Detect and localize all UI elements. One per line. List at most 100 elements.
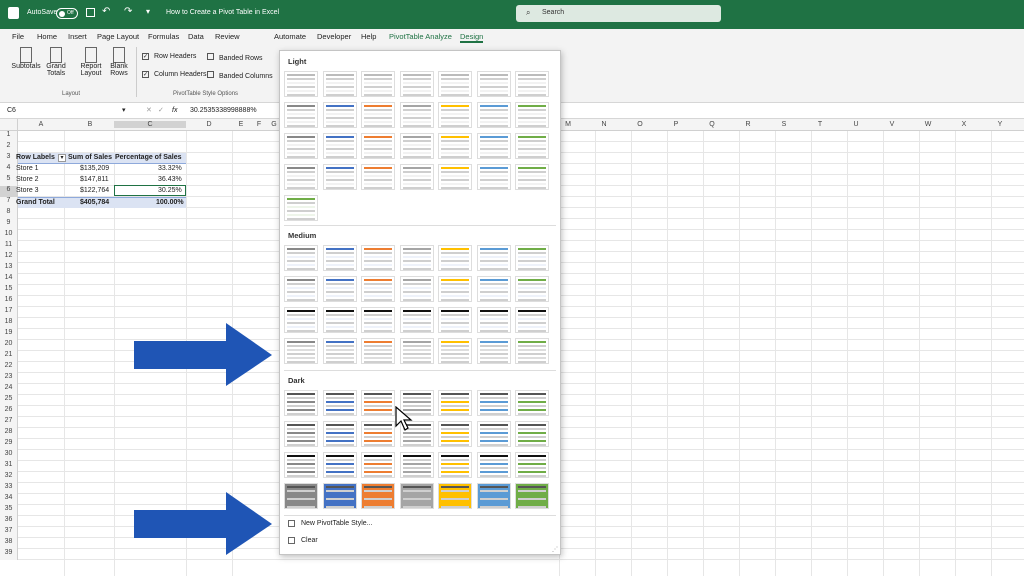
pivot-style-swatch[interactable]: [399, 338, 434, 364]
row-headers-checkbox[interactable]: ✓ Row Headers: [142, 53, 196, 60]
pivot-style-swatch[interactable]: [438, 102, 472, 128]
column-header[interactable]: D: [186, 121, 232, 128]
column-header[interactable]: Y: [991, 121, 1009, 128]
pivot-style-swatch[interactable]: [284, 452, 318, 478]
row-header[interactable]: 39: [0, 549, 18, 560]
pivot-style-swatch[interactable]: [476, 421, 511, 447]
tab-help[interactable]: Help: [361, 32, 376, 41]
pivot-style-swatch[interactable]: [515, 483, 549, 509]
row-header[interactable]: 22: [0, 362, 18, 373]
tab-data[interactable]: Data: [188, 32, 204, 41]
row-header[interactable]: 8: [0, 208, 18, 219]
pivot-style-swatch[interactable]: [438, 421, 472, 447]
blank-rows-button[interactable]: Blank Rows: [107, 47, 131, 77]
row-header[interactable]: 16: [0, 296, 18, 307]
pivot-style-swatch[interactable]: [284, 102, 318, 128]
pivot-row-sales[interactable]: $135,209: [80, 165, 109, 172]
pivot-style-swatch[interactable]: [284, 483, 318, 509]
column-header[interactable]: W: [919, 121, 937, 128]
pivot-style-swatch[interactable]: [284, 245, 318, 271]
row-header[interactable]: 12: [0, 252, 18, 263]
pivot-style-swatch[interactable]: [438, 245, 472, 271]
pivot-style-swatch[interactable]: [284, 276, 318, 302]
pivot-style-swatch[interactable]: [361, 245, 395, 271]
pivot-style-swatch[interactable]: [399, 133, 434, 159]
fx-label[interactable]: fx: [172, 107, 177, 114]
pivot-style-swatch[interactable]: [284, 390, 318, 416]
row-header[interactable]: 9: [0, 219, 18, 230]
row-header[interactable]: 15: [0, 285, 18, 296]
pivot-style-swatch[interactable]: [476, 276, 511, 302]
clear-item[interactable]: Clear: [288, 537, 548, 549]
pivot-row-sales[interactable]: $147,811: [80, 176, 109, 183]
row-header[interactable]: 35: [0, 505, 18, 516]
pivot-row-label[interactable]: Store 1: [16, 165, 39, 172]
banded-columns-checkbox[interactable]: Banded Columns: [207, 71, 273, 80]
row-header[interactable]: 33: [0, 483, 18, 494]
row-header[interactable]: 36: [0, 516, 18, 527]
new-pivottable-style-item[interactable]: New PivotTable Style...: [288, 520, 548, 532]
pivot-style-swatch[interactable]: [399, 483, 434, 509]
pivot-style-swatch[interactable]: [322, 102, 357, 128]
pivot-style-swatch[interactable]: [361, 164, 395, 190]
pivot-style-swatch[interactable]: [476, 483, 511, 509]
select-all[interactable]: [0, 119, 18, 130]
pivot-style-swatch[interactable]: [361, 71, 395, 97]
subtotals-button[interactable]: Subtotals: [10, 47, 42, 70]
row-header[interactable]: 30: [0, 450, 18, 461]
pivot-style-swatch[interactable]: [399, 452, 434, 478]
row-header[interactable]: 27: [0, 417, 18, 428]
report-layout-button[interactable]: Report Layout: [78, 47, 104, 77]
column-header[interactable]: N: [595, 121, 613, 128]
row-header[interactable]: 10: [0, 230, 18, 241]
tab-review[interactable]: Review: [215, 32, 240, 41]
pivot-style-swatch[interactable]: [361, 276, 395, 302]
pivot-style-swatch[interactable]: [476, 452, 511, 478]
pivot-style-swatch[interactable]: [399, 307, 434, 333]
filter-dropdown-icon[interactable]: ▾: [58, 154, 66, 162]
undo-icon[interactable]: ↶: [102, 6, 110, 17]
column-header[interactable]: T: [811, 121, 829, 128]
pivot-style-swatch[interactable]: [284, 195, 318, 221]
row-header[interactable]: 20: [0, 340, 18, 351]
pivot-style-swatch[interactable]: [322, 452, 357, 478]
row-header[interactable]: 31: [0, 461, 18, 472]
pivot-style-swatch[interactable]: [284, 164, 318, 190]
excel-icon[interactable]: [8, 7, 19, 19]
column-header[interactable]: S: [775, 121, 793, 128]
tab-file[interactable]: File: [12, 32, 24, 41]
pivot-style-swatch[interactable]: [399, 164, 434, 190]
pivot-style-swatch[interactable]: [515, 338, 549, 364]
pivot-style-swatch[interactable]: [399, 102, 434, 128]
pivot-style-swatch[interactable]: [322, 421, 357, 447]
name-box-dropdown-icon[interactable]: ▾: [122, 106, 126, 114]
pivot-style-swatch[interactable]: [476, 338, 511, 364]
row-header[interactable]: 11: [0, 241, 18, 252]
autosave-toggle[interactable]: Off: [56, 8, 78, 19]
row-header[interactable]: 38: [0, 538, 18, 549]
pivot-style-swatch[interactable]: [438, 390, 472, 416]
pivot-style-swatch[interactable]: [361, 483, 395, 509]
grand-totals-button[interactable]: Grand Totals: [44, 47, 68, 77]
resize-grip-icon[interactable]: ⋰: [552, 546, 558, 553]
column-header[interactable]: M: [559, 121, 577, 128]
tab-insert[interactable]: Insert: [68, 32, 87, 41]
row-header[interactable]: 14: [0, 274, 18, 285]
row-header[interactable]: 1: [0, 131, 18, 142]
redo-icon[interactable]: ↷: [124, 6, 132, 17]
document-title[interactable]: How to Create a Pivot Table in Excel: [166, 9, 279, 16]
pivot-row-label[interactable]: Store 2: [16, 176, 39, 183]
pivot-style-swatch[interactable]: [322, 483, 357, 509]
tab-pivottable-analyze[interactable]: PivotTable Analyze: [389, 32, 452, 41]
pivot-style-swatch[interactable]: [361, 390, 395, 416]
row-header[interactable]: 17: [0, 307, 18, 318]
row-header[interactable]: 25: [0, 395, 18, 406]
pivot-style-swatch[interactable]: [284, 421, 318, 447]
column-header[interactable]: U: [847, 121, 865, 128]
row-header[interactable]: 18: [0, 318, 18, 329]
pivot-style-swatch[interactable]: [361, 102, 395, 128]
pivot-style-swatch[interactable]: [399, 245, 434, 271]
pivot-style-swatch[interactable]: [322, 133, 357, 159]
tab-design[interactable]: Design: [460, 32, 484, 43]
pivot-style-swatch[interactable]: [284, 133, 318, 159]
